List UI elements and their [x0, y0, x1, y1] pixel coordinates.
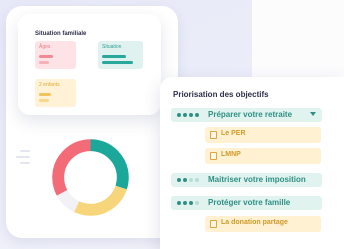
ages-bar: [39, 55, 53, 58]
ages-bar: [39, 61, 49, 64]
objective-label: Préparer votre retraite: [208, 110, 293, 119]
objective-row-imposition[interactable]: Maitriser votre imposition: [171, 173, 322, 187]
family-card-title: Situation familiale: [35, 31, 87, 37]
family-situation-card: Situation familiale Âges Situation 2 enf…: [18, 14, 161, 115]
ages-label: Âges: [39, 44, 51, 50]
subitem-donation-partage[interactable]: La donation partage: [205, 216, 321, 232]
objective-row-retraite[interactable]: Préparer votre retraite: [171, 108, 322, 122]
objective-row-famille[interactable]: Protéger votre famille: [171, 196, 322, 210]
subitem-label: Le PER: [221, 130, 246, 137]
priority-dot-filled: [177, 178, 181, 182]
document-icon: [210, 131, 217, 139]
priority-dot-filled: [177, 201, 181, 205]
subitem-label: La donation partage: [221, 219, 288, 226]
children-bar: [39, 93, 51, 96]
subitem-lmnp[interactable]: LMNP: [205, 148, 321, 164]
situation-bar: [102, 55, 126, 58]
subitem-label: LMNP: [221, 151, 241, 158]
subitem-le-per[interactable]: Le PER: [205, 127, 321, 143]
situation-tile[interactable]: Situation: [98, 41, 143, 69]
priority-dot-empty: [195, 201, 199, 205]
children-label: 2 enfants: [39, 82, 60, 88]
children-bar: [39, 99, 49, 102]
priority-dot-filled: [189, 201, 193, 205]
priority-dot-filled: [183, 178, 187, 182]
priority-dot-empty: [189, 178, 193, 182]
chevron-down-icon[interactable]: [310, 112, 316, 116]
situation-label: Situation: [102, 44, 122, 50]
priority-dot-filled: [195, 113, 199, 117]
objectives-card: Priorisation des objectifs Préparer votr…: [160, 77, 344, 249]
situation-bar: [102, 61, 133, 64]
line: [20, 150, 30, 152]
priority-dot-filled: [177, 113, 181, 117]
document-icon: [210, 220, 217, 228]
objective-label: Maitriser votre imposition: [208, 175, 306, 184]
ages-tile[interactable]: Âges: [35, 41, 76, 69]
priority-dot-filled: [189, 113, 193, 117]
line: [16, 156, 30, 158]
priority-dot-empty: [195, 178, 199, 182]
objective-label: Protéger votre famille: [208, 198, 291, 207]
objectives-title: Priorisation des objectifs: [173, 90, 269, 99]
priority-dot-filled: [183, 201, 187, 205]
document-icon: [210, 152, 217, 160]
children-tile[interactable]: 2 enfants: [35, 79, 76, 107]
line: [20, 162, 30, 164]
allocation-donut-chart: [52, 139, 129, 216]
priority-dot-filled: [183, 113, 187, 117]
